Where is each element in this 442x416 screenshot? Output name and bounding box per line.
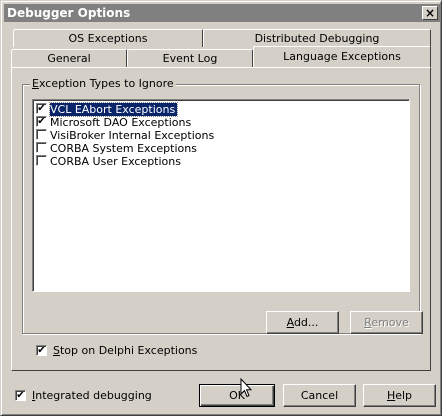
- ok-button[interactable]: OK: [199, 384, 275, 407]
- checkbox[interactable]: ✔: [36, 103, 47, 114]
- group-label: Exception Types to Ignore: [30, 77, 176, 90]
- tab-event-log[interactable]: Event Log: [127, 49, 253, 67]
- list-item[interactable]: CORBA User Exceptions: [35, 155, 407, 168]
- exception-types-group: Exception Types to Ignore ✔ VCL EAbort E…: [22, 77, 423, 334]
- list-item[interactable]: ✔ Microsoft DAO Exceptions: [35, 116, 407, 129]
- list-item-label: CORBA System Exceptions: [50, 142, 197, 155]
- title-bar[interactable]: Debugger Options ×: [4, 4, 440, 22]
- tab-distributed-debugging[interactable]: Distributed Debugging: [203, 29, 431, 47]
- remove-button[interactable]: Remove: [350, 311, 423, 334]
- checkbox[interactable]: [36, 129, 47, 140]
- list-item-label: VCL EAbort Exceptions: [48, 102, 179, 117]
- checkbox[interactable]: ✔: [36, 345, 47, 356]
- checkbox[interactable]: ✔: [15, 390, 26, 401]
- window-title: Debugger Options: [7, 6, 131, 20]
- close-icon[interactable]: ×: [422, 6, 438, 20]
- tab-general[interactable]: General: [11, 49, 127, 67]
- checkbox-label: Stop on Delphi Exceptions: [53, 344, 198, 357]
- list-item[interactable]: ✔ VCL EAbort Exceptions: [35, 102, 407, 117]
- exception-list[interactable]: ✔ VCL EAbort Exceptions ✔ Microsoft DAO …: [32, 99, 410, 292]
- list-item-label: Microsoft DAO Exceptions: [50, 116, 192, 129]
- tab-language-exceptions[interactable]: Language Exceptions: [253, 46, 431, 67]
- list-item-label: CORBA User Exceptions: [50, 155, 181, 168]
- mouse-cursor-icon: [240, 378, 252, 398]
- list-item[interactable]: VisiBroker Internal Exceptions: [35, 129, 407, 142]
- add-button[interactable]: Add...: [266, 311, 339, 334]
- checkbox[interactable]: ✔: [36, 116, 47, 127]
- checkbox[interactable]: [36, 142, 47, 153]
- help-button[interactable]: Help: [363, 384, 436, 407]
- checkbox[interactable]: [36, 155, 47, 166]
- cancel-button[interactable]: Cancel: [283, 384, 356, 407]
- list-item[interactable]: CORBA System Exceptions: [35, 142, 407, 155]
- list-item-label: VisiBroker Internal Exceptions: [50, 129, 215, 142]
- checkbox-label: Integrated debugging: [32, 389, 152, 402]
- language-exceptions-panel: Exception Types to Ignore ✔ VCL EAbort E…: [11, 67, 431, 371]
- debugger-options-dialog: Debugger Options × OS Exceptions Distrib…: [0, 0, 442, 416]
- tab-os-exceptions[interactable]: OS Exceptions: [13, 29, 203, 47]
